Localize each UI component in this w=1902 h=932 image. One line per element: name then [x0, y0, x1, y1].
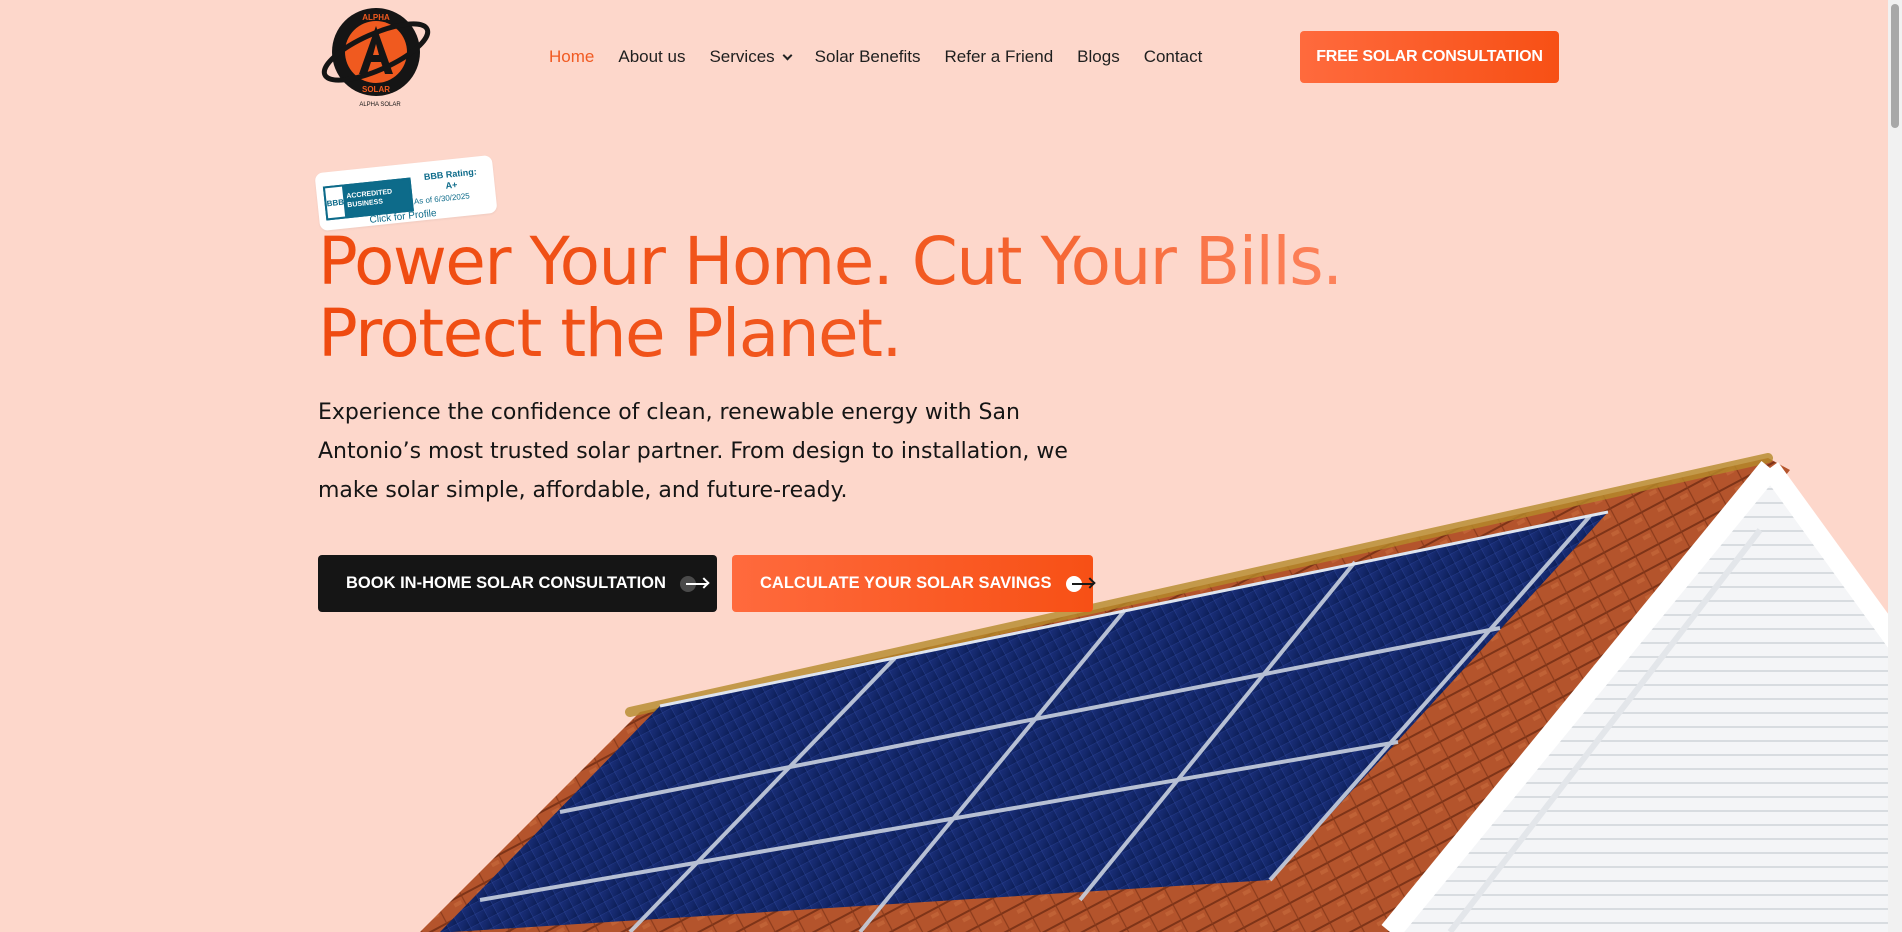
nav-item-home[interactable]: Home: [549, 47, 594, 67]
nav-item-label: Contact: [1143, 47, 1203, 66]
nav-item-label: Home: [549, 47, 595, 66]
nav-item-refer-a-friend[interactable]: Refer a Friend: [945, 47, 1054, 67]
arrow-right-icon: [679, 574, 710, 594]
page-scrollbar[interactable]: [1888, 0, 1902, 932]
scrollbar-thumb[interactable]: [1891, 4, 1899, 128]
main-nav: Home About us Services Solar Benefits Re…: [549, 46, 1226, 68]
hero-title-line-2: Protect the Planet.: [318, 295, 901, 372]
arrow-right-icon: [1065, 574, 1096, 594]
nav-item-label: About us: [618, 47, 686, 66]
free-consultation-button[interactable]: FREE SOLAR CONSULTATION: [1300, 31, 1559, 83]
nav-item-label: Blogs: [1077, 47, 1120, 66]
bbb-badge[interactable]: BBB ACCREDITED BUSINESS BBB Rating: A+ A…: [314, 154, 498, 232]
nav-item-label: Solar Benefits: [814, 47, 921, 66]
nav-item-label: Services: [709, 47, 775, 66]
nav-item-about-us[interactable]: About us: [618, 47, 685, 67]
nav-item-contact[interactable]: Contact: [1144, 47, 1203, 67]
bbb-rating: BBB Rating: A+: [415, 166, 487, 195]
alpha-solar-logo[interactable]: ALPHA SOLAR ALPHA SOLAR: [318, 4, 434, 108]
logo-text-bottom: SOLAR: [362, 85, 390, 94]
chevron-down-icon: [782, 50, 793, 60]
hero-title: Power Your Home. Cut Your Bills. Protect…: [318, 226, 1418, 370]
nav-item-solar-benefits[interactable]: Solar Benefits: [815, 47, 921, 67]
nav-item-blogs[interactable]: Blogs: [1077, 47, 1120, 67]
hero-subtitle: Experience the confidence of clean, rene…: [318, 400, 1068, 503]
nav-item-services[interactable]: Services: [709, 47, 793, 67]
book-consultation-label: BOOK IN-HOME SOLAR CONSULTATION: [346, 574, 666, 592]
calculate-savings-button[interactable]: CALCULATE YOUR SOLAR SAVINGS: [732, 555, 1096, 612]
page: ALPHA SOLAR ALPHA SOLAR Home About us Se…: [0, 0, 1902, 932]
nav-item-label: Refer a Friend: [944, 47, 1054, 66]
hero-title-line-1: Power Your Home. Cut Your Bills.: [318, 223, 1342, 300]
logo-text-top: ALPHA: [362, 13, 390, 22]
logo-caption: ALPHA SOLAR: [359, 102, 401, 108]
calculate-savings-label: CALCULATE YOUR SOLAR SAVINGS: [760, 574, 1052, 592]
book-consultation-button[interactable]: BOOK IN-HOME SOLAR CONSULTATION: [318, 555, 717, 612]
